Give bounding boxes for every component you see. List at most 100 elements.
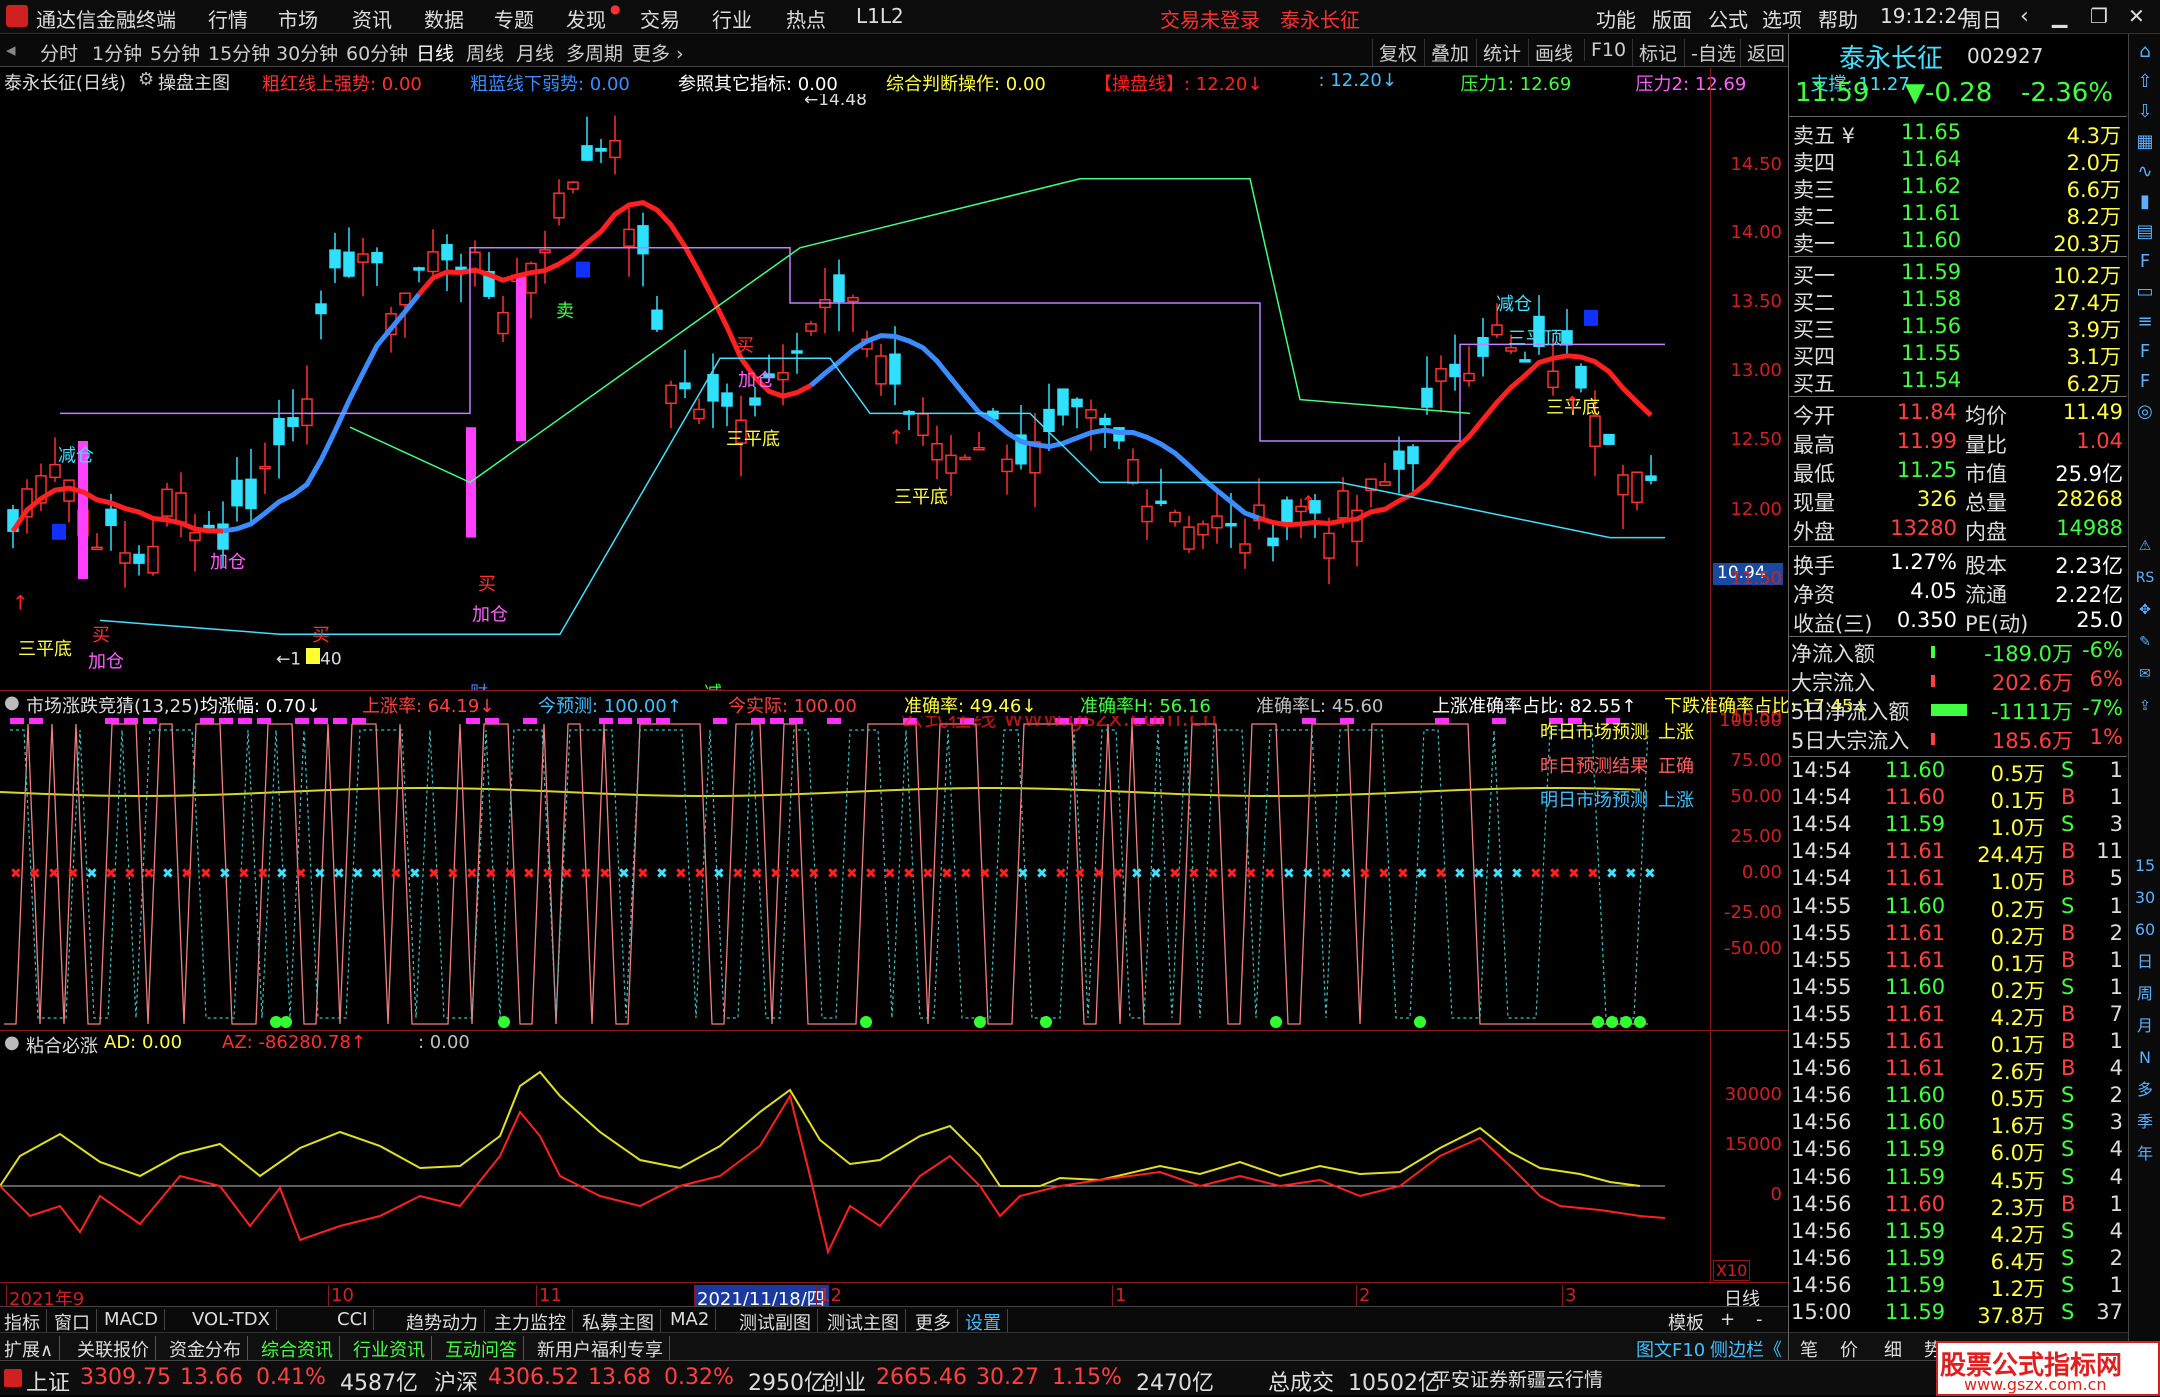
menu-item[interactable]: 行业 — [712, 4, 752, 33]
menu-item[interactable]: 热点 — [786, 4, 826, 33]
up-arrow-icon[interactable]: ⇧ — [2133, 70, 2157, 94]
warning-icon[interactable]: ⚠ — [2133, 534, 2157, 558]
sidebar-period[interactable]: 年 — [2133, 1142, 2157, 1166]
down-arrow-icon[interactable]: ⇩ — [2133, 100, 2157, 124]
extension-tab[interactable]: 行业资讯 — [353, 1336, 432, 1362]
period-tab[interactable]: 更多 › — [632, 39, 684, 66]
period-tab[interactable]: 30分钟 — [276, 39, 338, 66]
gear-icon[interactable]: ⚙ — [138, 69, 154, 90]
sidebar-period[interactable]: N — [2133, 1046, 2157, 1070]
candle-icon[interactable]: ▮ — [2133, 190, 2157, 214]
extension-tab[interactable]: 关联报价 — [77, 1336, 156, 1362]
menu-item[interactable]: 行情 — [208, 4, 248, 33]
sidebar-period[interactable]: 15 — [2133, 854, 2157, 878]
candle-body — [189, 532, 201, 542]
period-tab[interactable]: 日线 — [416, 39, 454, 66]
close-icon[interactable]: ✕ — [2128, 4, 2145, 28]
extension-tab[interactable]: 综合资讯 — [261, 1336, 340, 1362]
right-menu-item[interactable]: 帮助 — [1818, 4, 1858, 33]
chart-tool-button[interactable]: F10 — [1584, 39, 1626, 61]
sidebar-period[interactable]: 30 — [2133, 886, 2157, 910]
indicator-tab[interactable]: MA2 — [670, 1309, 717, 1330]
back-arrow-icon[interactable]: ‹ — [2020, 4, 2029, 29]
f2-icon[interactable]: F — [2133, 340, 2157, 364]
sidebar-period[interactable]: 日 — [2133, 950, 2157, 974]
period-tab[interactable]: 周线 — [466, 39, 504, 66]
period-tab[interactable]: 分时 — [40, 39, 78, 66]
period-tab[interactable]: 5分钟 — [150, 39, 200, 66]
right-menu-item[interactable]: 功能 — [1596, 4, 1636, 33]
layout-icon[interactable]: ▤ — [2133, 220, 2157, 244]
chart-tool-button[interactable]: 标记 — [1632, 39, 1677, 66]
panel-tab[interactable]: 图文F10 — [1636, 1336, 1705, 1362]
collapse-icon[interactable]: ⌂ — [2133, 40, 2157, 64]
candle-body — [231, 479, 243, 507]
extension-tab[interactable]: 资金分布 — [169, 1336, 248, 1362]
indicator-tab[interactable]: MACD — [104, 1309, 165, 1330]
collapse-icon[interactable]: ◂ — [6, 39, 16, 61]
period-tab[interactable]: 1分钟 — [92, 39, 142, 66]
sidebar-period[interactable]: 周 — [2133, 982, 2157, 1006]
news-icon[interactable]: ≡ — [2133, 310, 2157, 334]
chart-tool-button[interactable]: -自选 — [1684, 39, 1736, 66]
menu-item[interactable]: 专题 — [494, 4, 534, 33]
template-button[interactable]: + — [1720, 1309, 1735, 1330]
main-chart[interactable]: 卖买加仓减仓减仓三平底三平底三平底三平底三平顶财减加仓加仓加仓买买买←14.48… — [0, 90, 1710, 704]
menu-item[interactable]: 资讯 — [352, 4, 392, 33]
brush-icon[interactable]: ✎ — [2133, 630, 2157, 654]
move-icon[interactable]: ✥ — [2133, 598, 2157, 622]
chart-icon[interactable]: ∿ — [2133, 160, 2157, 184]
share-icon[interactable]: ⇪ — [2133, 694, 2157, 718]
sidebar-period[interactable]: 月 — [2133, 1014, 2157, 1038]
sidebar-period[interactable]: 多 — [2133, 1078, 2157, 1102]
chart-tool-button[interactable]: 画线 — [1528, 39, 1573, 66]
login-status[interactable]: 交易未登录 — [1160, 4, 1260, 33]
collapse-icon[interactable]: ● — [4, 692, 20, 713]
chart-tool-button[interactable]: 叠加 — [1424, 39, 1469, 66]
menu-item[interactable]: 交易 — [640, 4, 680, 33]
period-tab[interactable]: 15分钟 — [208, 39, 270, 66]
menu-item[interactable]: 发现 — [566, 4, 606, 33]
tag-icon[interactable]: ▭ — [2133, 280, 2157, 304]
zero-marker: ✖ — [694, 866, 706, 882]
adhesion-chart[interactable] — [0, 1056, 1710, 1282]
right-menu-item[interactable]: 选项 — [1762, 4, 1802, 33]
menu-item[interactable]: L1L2 — [856, 4, 904, 28]
period-tab[interactable]: 多周期 — [566, 39, 623, 66]
rs-icon[interactable]: RS — [2133, 566, 2157, 590]
chart-tool-button[interactable]: 返回 — [1740, 39, 1785, 66]
menu-item[interactable]: 市场 — [278, 4, 318, 33]
indicator-tab[interactable]: CCI — [337, 1309, 375, 1330]
chat-icon[interactable]: ✉ — [2133, 662, 2157, 686]
collapse-icon[interactable]: ● — [4, 1032, 20, 1053]
chart-tool-button[interactable]: 复权 — [1372, 39, 1417, 66]
sidebar-period[interactable]: 60 — [2133, 918, 2157, 942]
right-menu-item[interactable]: 版面 — [1652, 4, 1692, 33]
tick-volume: 2.6万 — [1990, 1060, 2045, 1085]
extension-tab[interactable]: 互动问答 — [445, 1336, 524, 1362]
template-button[interactable]: - — [1756, 1309, 1763, 1330]
right-menu-item[interactable]: 公式 — [1708, 4, 1748, 33]
extension-tab[interactable]: 新用户福利专享 — [537, 1336, 670, 1362]
circle-icon[interactable]: ◎ — [2133, 400, 2157, 424]
indicator-name[interactable]: 操盘主图 — [158, 69, 230, 95]
period-tab[interactable]: 月线 — [516, 39, 554, 66]
guess-title[interactable]: 市场涨跌竞猜(13,25) — [26, 692, 200, 718]
guess-chart[interactable]: ✖ ✖ ✖ ✖ ✖ ✖ ✖ ✖ ✖ ✖ ✖ ✖ ✖ ✖ ✖ ✖ ✖ ✖ ✖ ✖ ✖ ✖ ✖ ✖ ✖ ✖ ✖ ✖ ✖ ✖ ✖ ✖ ✖ ✖ ✖ ✖ ✖ ✖ ✖ ✖… — [0, 704, 1710, 1030]
menu-item[interactable]: 数据 — [424, 4, 464, 33]
chart-tool-button[interactable]: 统计 — [1476, 39, 1521, 66]
restore-icon[interactable]: ❐ — [2090, 4, 2108, 28]
minimize-icon[interactable]: ▁ — [2052, 4, 2067, 28]
f3-icon[interactable]: F — [2133, 370, 2157, 394]
extension-tab[interactable]: 扩展∧ — [4, 1336, 61, 1362]
index-status-bar: 上证 3309.75 13.66 0.41% 4587亿 沪深 4306.52 13.68 0.… — [0, 1341, 2160, 1396]
adhesion-title[interactable]: 粘合必涨 — [26, 1032, 98, 1058]
indicator-tab[interactable]: VOL-TDX — [192, 1309, 277, 1330]
period-tab[interactable]: 60分钟 — [346, 39, 408, 66]
accuracy-line — [0, 787, 1641, 797]
grid-icon[interactable]: ▦ — [2133, 130, 2157, 154]
sidebar-period[interactable]: 季 — [2133, 1110, 2157, 1134]
panel-tab[interactable]: 侧边栏《 — [1710, 1336, 1782, 1362]
f10-icon[interactable]: F — [2133, 250, 2157, 274]
stat-label: 收益(三) — [1793, 612, 1873, 636]
